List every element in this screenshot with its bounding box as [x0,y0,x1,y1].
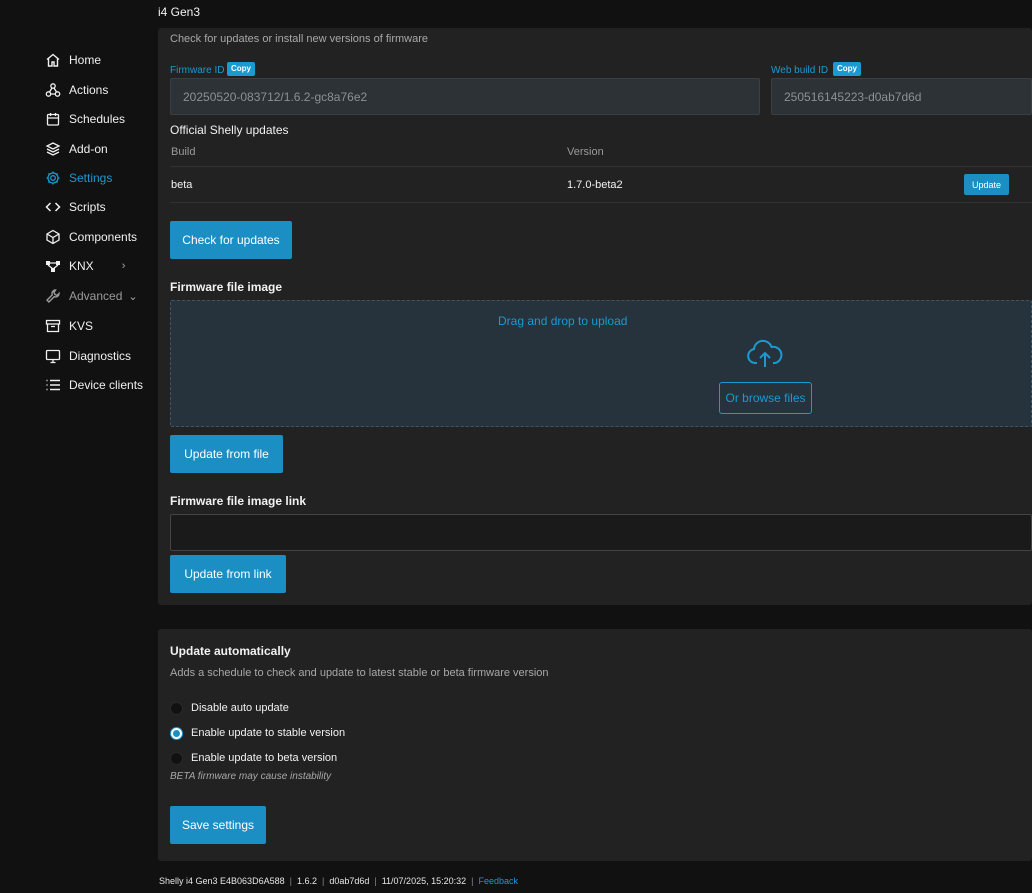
check-for-updates-button[interactable]: Check for updates [170,221,292,259]
firmware-id-field[interactable]: 20250520-083712/1.6.2-gc8a76e2 [170,78,760,115]
beta-warning-note: BETA firmware may cause instability [170,771,332,782]
sidebar-item-device-clients[interactable]: Device clients [44,373,144,397]
update-beta-button[interactable]: Update [964,174,1009,195]
sidebar-item-label: Home [69,53,102,67]
footer-separator: | [471,876,474,886]
table-cell-version: 1.7.0-beta2 [567,179,623,191]
network-icon [44,257,62,275]
save-settings-button[interactable]: Save settings [170,806,266,844]
update-from-link-button[interactable]: Update from link [170,555,286,593]
chevron-right-icon: › [121,260,126,272]
sidebar-item-label: Diagnostics [69,349,132,363]
layers-icon [44,140,62,158]
radio-button[interactable] [170,726,183,740]
actions-icon [44,81,62,99]
feedback-link[interactable]: Feedback [478,876,518,886]
sidebar-item-label: Advanced [69,289,123,303]
sidebar-item-kvs[interactable]: KVS [44,314,144,338]
footer-version: 1.6.2 [296,876,317,886]
sidebar-item-label: Add-on [69,142,108,156]
sidebar-item-label: KVS [69,319,94,333]
footer-device: Shelly i4 Gen3 E4B063D6A588 [159,876,285,886]
radio-enable-beta[interactable]: Enable update to beta version [170,750,337,766]
sidebar-item-actions[interactable]: Actions [44,78,144,102]
auto-update-heading: Update automatically [170,644,291,658]
calendar-icon [44,110,62,128]
footer-separator: | [374,876,377,886]
update-from-file-button[interactable]: Update from file [170,435,283,473]
footer-separator: | [321,876,325,886]
sidebar-item-components[interactable]: Components [44,225,144,249]
firmware-id-label: Firmware ID [170,65,225,76]
sidebar-item-knx[interactable]: KNX › [44,254,144,278]
gear-icon [44,169,62,187]
archive-icon [44,317,62,335]
browse-files-button[interactable]: Or browse files [719,382,812,414]
firmware-link-heading: Firmware file image link [170,494,307,508]
radio-label: Disable auto update [191,702,289,714]
web-build-id-field[interactable]: 250516145223-d0ab7d6d [771,78,1032,115]
sidebar-item-advanced[interactable]: Advanced ⌄ [44,284,144,308]
top-bar [150,0,1032,28]
web-build-id-label: Web build ID [771,65,829,76]
chevron-down-icon: ⌄ [128,290,138,303]
sidebar-item-label: Actions [69,83,109,97]
sidebar-item-label: Settings [69,171,113,185]
sidebar-item-diagnostics[interactable]: Diagnostics [44,344,144,368]
sidebar-item-label: Scripts [69,200,106,214]
copy-web-build-id-button[interactable]: Copy [833,62,861,76]
footer: Shelly i4 Gen3 E4B063D6A588 | 1.6.2 | d0… [159,876,518,886]
radio-label: Enable update to beta version [191,752,338,764]
footer-separator: | [289,876,292,886]
radio-button[interactable] [170,751,183,765]
sidebar-item-home[interactable]: Home [44,48,144,72]
firmware-file-heading: Firmware file image [170,280,283,294]
code-icon [44,198,62,216]
device-title: i4 Gen3 [158,5,201,19]
sidebar-item-schedules[interactable]: Schedules [44,107,144,131]
radio-button[interactable] [170,701,183,715]
list-icon [44,376,62,394]
wrench-icon [44,287,62,305]
footer-build: d0ab7d6d [329,876,370,886]
upload-cloud-icon [747,339,783,367]
file-dropzone[interactable]: Drag and drop to upload Or browse files [170,300,1032,427]
copy-firmware-id-button[interactable]: Copy [227,62,255,76]
radio-label: Enable update to stable version [191,727,346,739]
sidebar-item-label: Schedules [69,112,126,126]
sidebar-item-label: Device clients [69,378,144,392]
auto-update-subtitle: Adds a schedule to check and update to l… [170,667,549,679]
sidebar-item-addon[interactable]: Add-on [44,137,144,161]
table-divider [170,202,1032,203]
table-header-version: Version [567,146,604,158]
radio-enable-stable[interactable]: Enable update to stable version [170,725,345,741]
sidebar: Home Actions Schedules Add-on Settings S… [0,0,150,893]
official-updates-heading: Official Shelly updates [170,123,289,137]
table-cell-build: beta [171,179,193,191]
footer-datetime: 11/07/2025, 15:20:32 [381,876,467,886]
table-divider [170,166,1032,167]
firmware-subtitle: Check for updates or install new version… [170,33,428,45]
sidebar-item-label: Components [69,230,138,244]
dropzone-text: Drag and drop to upload [498,314,628,328]
home-icon [44,51,62,69]
radio-disable-auto-update[interactable]: Disable auto update [170,700,289,716]
sidebar-item-settings[interactable]: Settings [44,166,144,190]
cube-icon [44,228,62,246]
monitor-icon [44,347,62,365]
table-header-build: Build [171,146,196,158]
sidebar-item-label: KNX [69,259,94,273]
sidebar-item-scripts[interactable]: Scripts [44,195,144,219]
firmware-link-input[interactable] [170,514,1032,551]
page: i4 Gen3 Home Actions Schedules Add-on Se… [0,0,1032,893]
auto-update-card [158,629,1032,861]
